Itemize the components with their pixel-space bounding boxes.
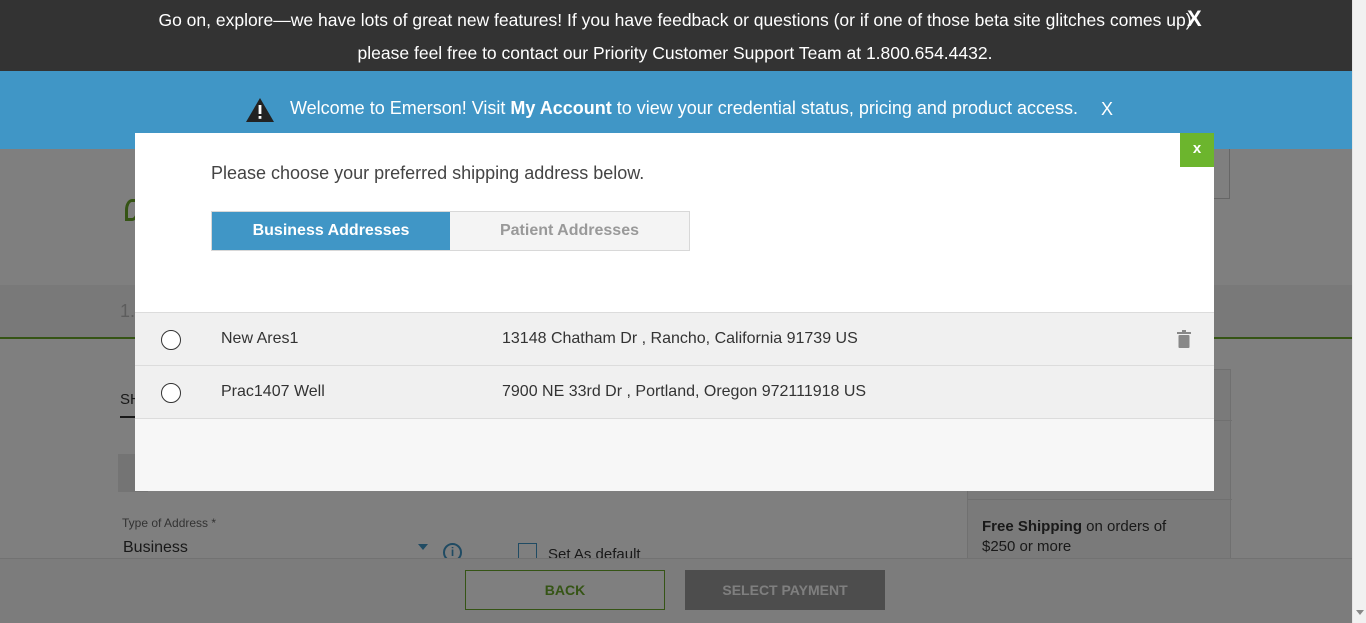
address-type-tabs: Business Addresses Patient Addresses <box>211 211 690 251</box>
welcome-text-end: to view your credential status, pricing … <box>611 98 1078 118</box>
page-scrollbar[interactable] <box>1352 0 1366 623</box>
address-text: 13148 Chatham Dr , Rancho, California 91… <box>502 330 858 347</box>
feedback-banner-text: Go on, explore—we have lots of great new… <box>158 10 1192 63</box>
welcome-close-button[interactable]: X <box>1101 99 1113 120</box>
address-row[interactable]: New Ares1 13148 Chatham Dr , Rancho, Cal… <box>135 313 1214 366</box>
shipping-address-modal: x Please choose your preferred shipping … <box>135 133 1214 491</box>
tab-business-addresses[interactable]: Business Addresses <box>212 212 450 250</box>
address-row[interactable]: Prac1407 Well 7900 NE 33rd Dr , Portland… <box>135 366 1214 419</box>
tab-patient-addresses[interactable]: Patient Addresses <box>450 212 689 250</box>
welcome-message: Welcome to Emerson! Visit My Account to … <box>290 98 1078 119</box>
modal-close-button[interactable]: x <box>1180 133 1214 167</box>
address-radio[interactable] <box>161 330 181 350</box>
feedback-banner: Go on, explore—we have lots of great new… <box>0 0 1352 71</box>
trash-icon[interactable] <box>1177 330 1191 348</box>
my-account-link[interactable]: My Account <box>510 98 611 118</box>
feedback-banner-close-button[interactable]: X <box>1187 6 1202 32</box>
scroll-down-arrow-icon[interactable] <box>1356 610 1364 615</box>
modal-title: Please choose your preferred shipping ad… <box>211 163 645 183</box>
welcome-text-start: Welcome to Emerson! Visit <box>290 98 511 118</box>
address-text: 7900 NE 33rd Dr , Portland, Oregon 97211… <box>502 383 867 400</box>
address-list: New Ares1 13148 Chatham Dr , Rancho, Cal… <box>135 312 1214 491</box>
address-radio[interactable] <box>161 383 181 403</box>
address-name: Prac1407 Well <box>221 383 325 400</box>
address-name: New Ares1 <box>221 330 299 347</box>
warning-icon <box>246 98 274 122</box>
